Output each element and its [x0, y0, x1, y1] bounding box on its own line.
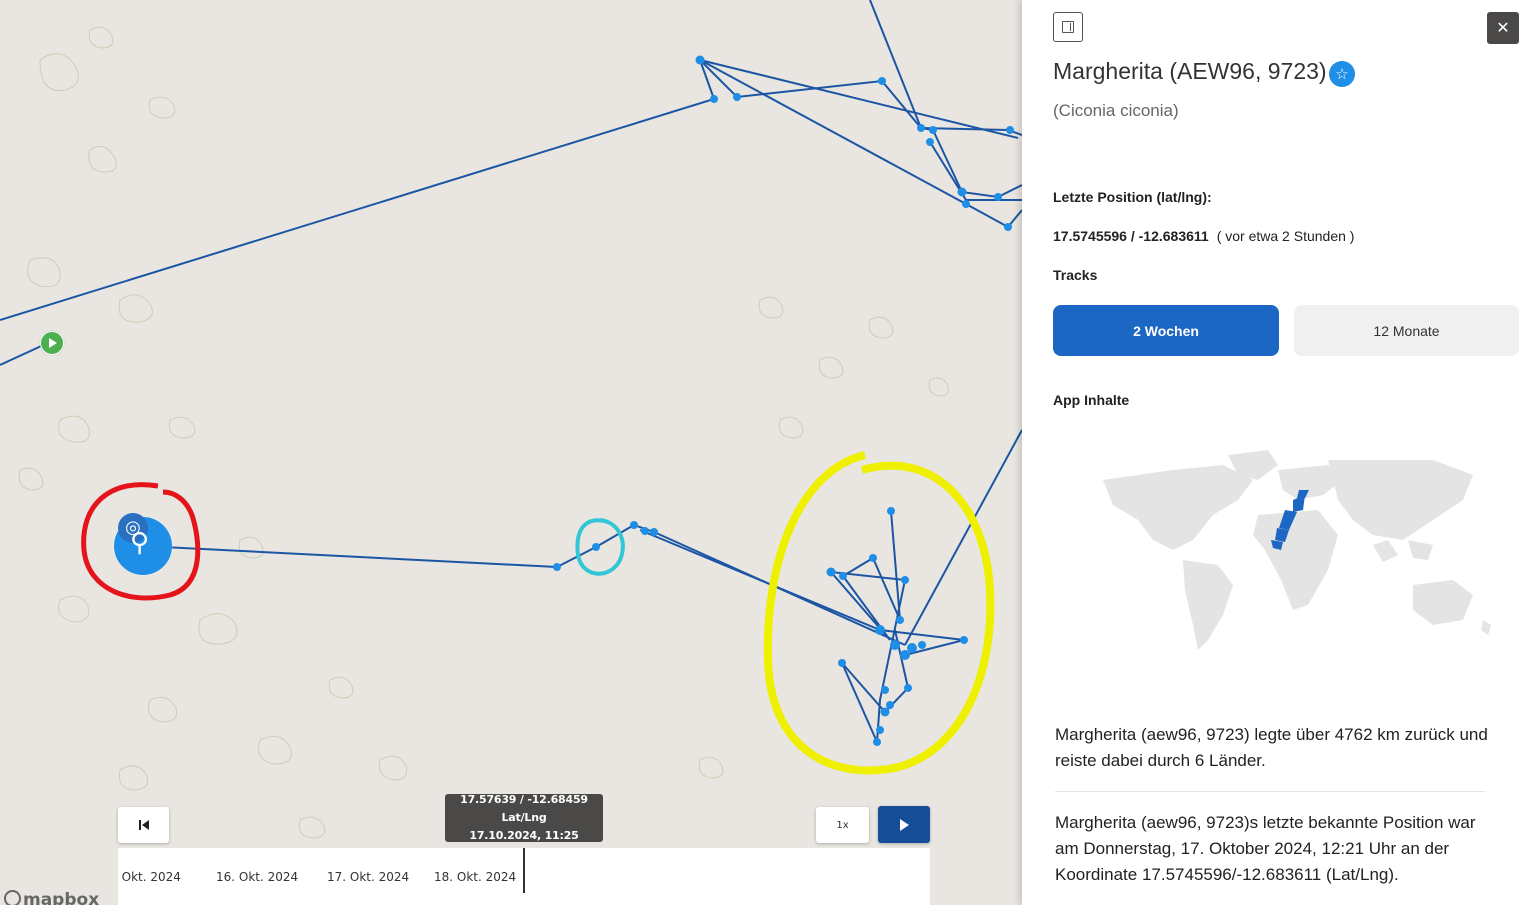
close-button[interactable]: ✕ [1487, 12, 1519, 44]
skip-back-icon [138, 820, 141, 830]
stork-icon: ⚲ [130, 528, 150, 558]
timeline-label: 17. Okt. 2024 [327, 870, 410, 884]
species-name: (Ciconia ciconia) [1053, 101, 1179, 120]
last-position-ago: ( vor etwa 2 Stunden ) [1216, 228, 1355, 244]
track-2-weeks-button[interactable]: 2 Wochen [1053, 305, 1279, 356]
timeline-label: . Okt. 2024 [118, 870, 181, 884]
tooltip-coordinates: 17.57639 / -12.68459 Lat/Lng [460, 793, 588, 824]
track-lines [0, 0, 1022, 743]
annotation-cyan-circle [575, 518, 625, 576]
timeline-cursor[interactable] [523, 848, 525, 893]
world-map-overview [1103, 450, 1491, 650]
detail-panel: ✕ Margherita (AEW96, 9723) ☆ (Ciconia ci… [1022, 0, 1535, 905]
map-view[interactable]: ◎ ⚲ 17.57639 / -12.68459 Lat/Lng 17.10.2… [0, 0, 1022, 905]
timeline[interactable]: . Okt. 2024 16. Okt. 2024 17. Okt. 2024 … [118, 848, 930, 905]
timeline-label: 16. Okt. 2024 [216, 870, 299, 884]
play-icon [899, 818, 909, 831]
mapbox-logo[interactable]: mapbox [4, 890, 99, 905]
last-position-value: 17.5745596 / -12.683611( vor etwa 2 Stun… [1053, 228, 1355, 244]
position-tooltip: 17.57639 / -12.68459 Lat/Lng 17.10.2024,… [445, 793, 603, 842]
close-icon: ✕ [1496, 18, 1510, 37]
track-12-months-button[interactable]: 12 Monate [1294, 305, 1519, 356]
tooltip-time: 17.10.2024, 11:25 [469, 829, 579, 842]
sidebar-icon [1062, 21, 1074, 33]
last-position-label: Letzte Position (lat/lng): [1053, 189, 1212, 205]
summary-text: Margherita (aew96, 9723) legte über 4762… [1055, 725, 1488, 770]
divider [1055, 791, 1485, 792]
track-points [553, 55, 1014, 746]
start-marker-icon[interactable] [40, 331, 64, 355]
last-known-text: Margherita (aew96, 9723)s letzte bekannt… [1055, 813, 1476, 884]
play-button[interactable] [878, 806, 930, 843]
panel-toggle-button[interactable] [1053, 12, 1083, 42]
rewind-button[interactable] [118, 807, 169, 843]
tracks-label: Tracks [1053, 267, 1098, 283]
app-content-label: App Inhalte [1053, 392, 1130, 408]
timeline-label: 18. Okt. 2024 [434, 870, 517, 884]
star-icon[interactable]: ☆ [1329, 61, 1355, 87]
bird-name-title: Margherita (AEW96, 9723) [1053, 58, 1327, 84]
speed-button[interactable]: 1x [816, 807, 869, 843]
map-canvas[interactable] [0, 0, 1022, 905]
